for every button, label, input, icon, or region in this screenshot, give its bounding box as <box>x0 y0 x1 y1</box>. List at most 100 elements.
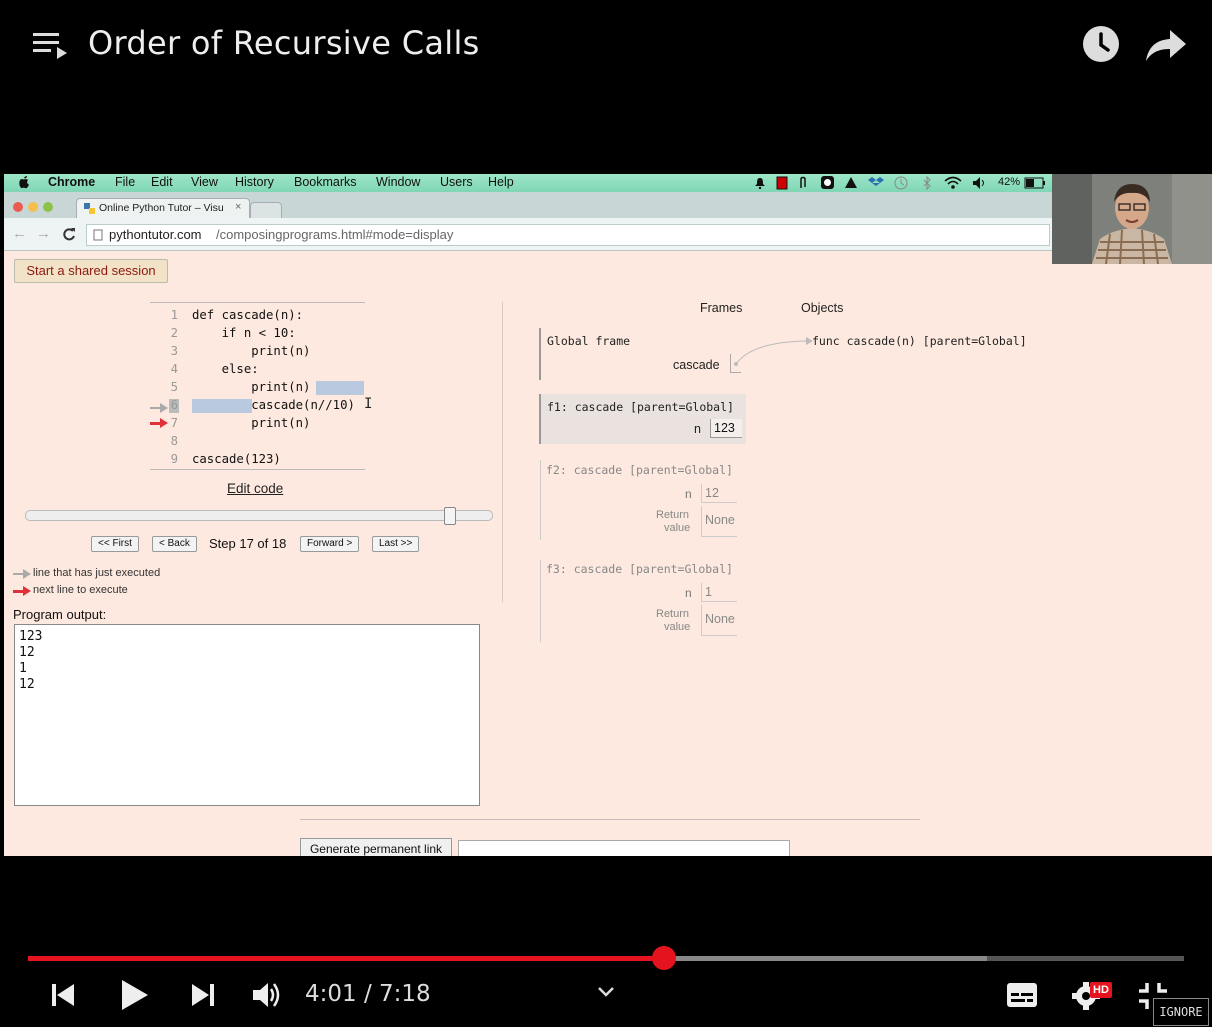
menu-bookmarks[interactable]: Bookmarks <box>294 175 357 189</box>
dropbox-icon[interactable] <box>868 176 884 189</box>
frame-f3-var: n <box>685 586 692 600</box>
chevron-down-icon[interactable] <box>596 985 616 999</box>
python-favicon-icon <box>84 203 95 214</box>
webcam-presenter-image <box>1052 174 1212 264</box>
code-line: 7 print(n) <box>170 416 311 430</box>
menu-view[interactable]: View <box>191 175 218 189</box>
frame-f3-value: 1 <box>701 583 737 602</box>
next-line-arrow-icon <box>150 418 168 428</box>
subtitles-icon[interactable] <box>1006 982 1038 1008</box>
google-drive-icon[interactable] <box>844 176 858 189</box>
tab-close-icon[interactable]: × <box>235 201 241 213</box>
code-line: 1 def cascade(n): <box>170 308 304 322</box>
program-output-box[interactable]: 123 12 1 12 <box>14 624 480 806</box>
forward-button[interactable]: Forward > <box>300 536 360 552</box>
menu-file[interactable]: File <box>115 175 135 189</box>
frame-f2-return-label: Return <box>656 509 690 521</box>
step-counter: Step 17 of 18 <box>209 536 287 551</box>
screen-recorder-icon[interactable] <box>820 175 835 190</box>
menu-users[interactable]: Users <box>440 175 473 189</box>
apple-logo-icon[interactable] <box>18 175 30 189</box>
frame-f2-var: n <box>685 487 692 501</box>
global-frame: Global frame cascade <box>539 328 741 380</box>
step-slider-handle[interactable] <box>444 507 457 525</box>
code-line: 6 cascade(n//10) <box>170 398 355 412</box>
first-button[interactable]: << First <box>91 536 139 552</box>
forward-arrow-icon[interactable]: → <box>36 225 51 242</box>
legend-red-arrow-icon <box>13 586 31 596</box>
url-path: /composingprograms.html#mode=display <box>216 227 454 242</box>
frame-f2-value: 12 <box>701 484 737 503</box>
back-button[interactable]: < Back <box>152 536 197 552</box>
code-line: 3 print(n) <box>170 344 311 358</box>
browser-toolbar: ← → pythontutor.com /composingprograms.h… <box>4 218 1052 251</box>
menubar-app-name[interactable]: Chrome <box>48 175 95 189</box>
notification-bell-icon[interactable] <box>754 177 766 189</box>
output-line: 12 <box>19 645 35 660</box>
page-icon <box>93 229 103 241</box>
frame-f1-var: n <box>694 422 701 436</box>
watch-later-clock-icon[interactable] <box>1082 25 1120 63</box>
menu-help[interactable]: Help <box>488 175 514 189</box>
back-arrow-icon[interactable]: ← <box>12 225 27 242</box>
global-var-name: cascade <box>673 358 720 372</box>
menu-edit[interactable]: Edit <box>151 175 173 189</box>
video-title[interactable]: Order of Recursive Calls <box>88 24 480 62</box>
time-current: 4:01 <box>305 981 357 1007</box>
playlist-icon[interactable] <box>33 31 67 61</box>
wifi-icon[interactable] <box>944 176 962 190</box>
menu-window[interactable]: Window <box>376 175 420 189</box>
text-cursor-icon: I <box>364 396 373 412</box>
edit-code-link[interactable]: Edit code <box>227 481 283 496</box>
code-line: 4 else: <box>170 362 259 376</box>
tab-title: Online Python Tutor – Visu <box>99 202 224 214</box>
hd-badge: HD <box>1090 982 1112 998</box>
legend-just-executed: line that has just executed <box>33 567 161 579</box>
output-line: 12 <box>19 677 35 692</box>
progress-played <box>28 956 664 961</box>
browser-tab[interactable]: Online Python Tutor – Visu × <box>76 198 250 219</box>
frame-f1-value: 123 <box>710 419 742 438</box>
permanent-link-field[interactable] <box>458 840 790 856</box>
browser-tabstrip: Online Python Tutor – Visu × <box>4 192 1052 220</box>
screen-recording: Chrome File Edit View History Bookmarks … <box>4 174 1212 856</box>
next-icon[interactable] <box>190 982 216 1008</box>
generate-permanent-link-button[interactable]: Generate permanent link <box>300 838 452 856</box>
start-shared-session-button[interactable]: Start a shared session <box>14 259 168 283</box>
code-line: 2 if n < 10: <box>170 326 296 340</box>
mac-menubar: Chrome File Edit View History Bookmarks … <box>4 174 1052 192</box>
window-traffic-lights-icon[interactable] <box>12 201 56 213</box>
app-red-icon[interactable] <box>776 176 788 190</box>
frame-f2-return-label-2: value <box>664 522 691 534</box>
step-slider[interactable] <box>25 510 493 521</box>
ignore-button[interactable]: IGNORE <box>1153 998 1209 1026</box>
time-display: 4:01 / 7:18 <box>305 981 431 1007</box>
reload-icon[interactable] <box>62 227 76 241</box>
volume-icon[interactable] <box>972 176 988 190</box>
legend-next-line: next line to execute <box>33 584 128 596</box>
time-machine-icon[interactable] <box>894 176 908 190</box>
frame-f2-title: f2: cascade [parent=Global] <box>546 463 733 477</box>
paperclip-icon[interactable] <box>798 176 808 190</box>
progress-scrubber-handle[interactable] <box>651 946 676 970</box>
battery-percent: 42% <box>998 176 1021 188</box>
last-button[interactable]: Last >> <box>372 536 420 552</box>
volume-icon[interactable] <box>252 981 282 1009</box>
code-line: 5 print(n) <box>170 380 311 394</box>
code-line: 9 cascade(123) <box>170 452 281 466</box>
previous-icon[interactable] <box>50 982 76 1008</box>
output-line: 123 <box>19 629 43 644</box>
url-field[interactable]: pythontutor.com /composingprograms.html#… <box>86 224 1050 246</box>
battery-icon[interactable] <box>1024 177 1046 189</box>
menu-history[interactable]: History <box>235 175 274 189</box>
bluetooth-icon[interactable] <box>922 176 932 190</box>
frame-f2: f2: cascade [parent=Global] n 12 Return … <box>540 460 746 540</box>
legend-gray-arrow-icon <box>13 569 31 579</box>
frame-f2-return-value: None <box>701 506 737 537</box>
play-icon[interactable] <box>120 978 150 1012</box>
frame-f3-return-label: Return <box>656 608 690 620</box>
frame-f3-return-value: None <box>701 605 737 636</box>
function-object: func cascade(n) [parent=Global] <box>812 334 1027 348</box>
output-line: 1 <box>19 661 27 676</box>
share-arrow-icon[interactable] <box>1146 28 1186 62</box>
